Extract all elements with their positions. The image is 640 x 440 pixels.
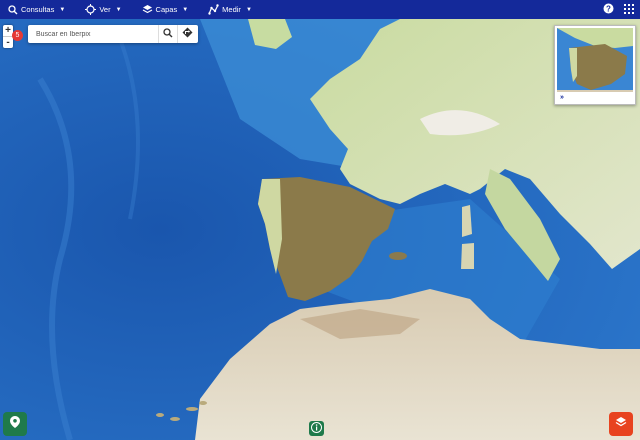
menu-label: Medir xyxy=(222,5,241,14)
chevron-down-icon: ▼ xyxy=(182,6,189,13)
zoom-out-button[interactable]: - xyxy=(3,36,13,48)
menu-consultas[interactable]: Consultas ▼ xyxy=(7,0,71,19)
chevron-down-icon: ▼ xyxy=(245,6,252,13)
menu-capas[interactable]: Capas ▼ xyxy=(142,0,195,19)
layers-icon xyxy=(615,415,627,433)
help-icon[interactable]: ? xyxy=(603,3,614,16)
svg-text:?: ? xyxy=(606,4,611,13)
directions-icon xyxy=(182,25,193,43)
menu-label: Ver xyxy=(99,5,111,14)
measure-icon xyxy=(208,4,219,15)
layers-button[interactable] xyxy=(609,412,633,436)
search-bar xyxy=(28,25,198,43)
chevron-down-icon: ▼ xyxy=(115,6,122,13)
chevron-down-icon: ▼ xyxy=(59,6,66,13)
menu-medir[interactable]: Medir ▼ xyxy=(208,0,258,19)
location-pin-icon xyxy=(10,415,20,433)
overview-toggle-button[interactable]: » xyxy=(557,93,567,103)
info-icon xyxy=(311,420,322,438)
search-button[interactable] xyxy=(158,25,177,43)
directions-button[interactable] xyxy=(177,25,196,43)
map-canvas[interactable] xyxy=(0,19,640,440)
notification-badge[interactable]: 5 xyxy=(12,30,23,41)
top-menu-bar: Consultas ▼ Ver ▼ Capas ▼ Medir ▼ ? xyxy=(0,0,640,19)
search-icon xyxy=(7,4,18,15)
menu-ver[interactable]: Ver ▼ xyxy=(85,0,127,19)
search-input[interactable] xyxy=(34,29,158,39)
overview-map-image xyxy=(557,28,633,102)
info-button[interactable] xyxy=(309,421,324,436)
location-button[interactable] xyxy=(3,412,27,436)
overview-map[interactable]: » xyxy=(554,25,636,105)
menu-label: Capas xyxy=(155,5,178,14)
search-icon xyxy=(163,25,173,43)
crosshair-icon xyxy=(85,4,97,15)
menu-label: Consultas xyxy=(21,5,55,14)
apps-grid-icon[interactable] xyxy=(624,3,634,16)
layers-icon xyxy=(142,4,153,15)
